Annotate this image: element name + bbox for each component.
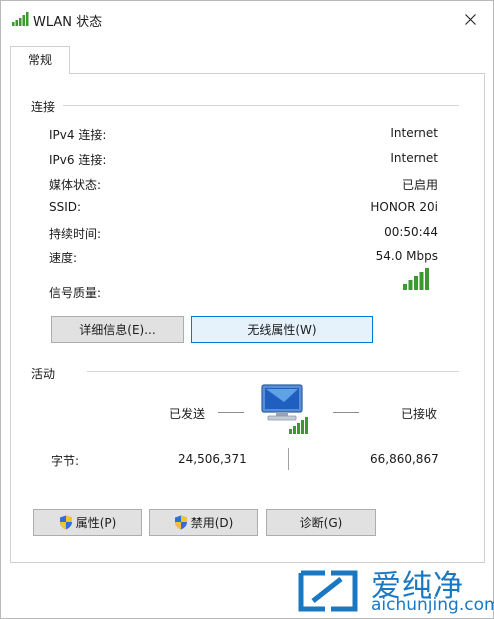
network-computer-icon [261, 384, 308, 434]
title-bar[interactable]: WLAN 状态 [1, 1, 493, 37]
diagnose-button-label: 诊断(G) [299, 516, 343, 530]
ssid-value: HONOR 20i [370, 200, 438, 214]
watermark-logo-icon [298, 570, 358, 612]
tab-general[interactable]: 常规 [10, 46, 70, 74]
ipv6-value: Internet [390, 151, 438, 165]
connection-divider [63, 105, 459, 106]
wlan-status-window: WLAN 状态 常规 连接 IPv4 连接: Internet IPv6 连接:… [0, 0, 494, 619]
bytes-label: 字节: [51, 454, 80, 468]
received-label: 已接收 [401, 407, 438, 421]
details-button[interactable]: 详细信息(E)... [51, 316, 184, 343]
shield-icon [59, 515, 72, 530]
disable-button-label: 禁用(D) [190, 516, 234, 530]
signal-bar [403, 284, 407, 290]
signal-bar [425, 268, 429, 290]
duration-label: 持续时间: [49, 227, 102, 241]
speed-value: 54.0 Mbps [375, 249, 438, 263]
watermark-text-en: aichunjing.com [371, 595, 494, 615]
media-state-label: 媒体状态: [49, 178, 102, 192]
bytes-received-value: 66,860,867 [370, 452, 439, 466]
properties-button[interactable]: 属性(P) [33, 509, 142, 536]
properties-button-label: 属性(P) [75, 516, 117, 530]
close-button[interactable] [447, 1, 493, 37]
ssid-label: SSID: [49, 200, 82, 214]
activity-divider [87, 371, 459, 372]
signal-bar [414, 276, 418, 290]
wireless-properties-button-label: 无线属性(W) [247, 323, 317, 337]
connection-section-label: 连接 [31, 100, 56, 114]
signal-bar [419, 272, 424, 290]
wifi-signal-icon [12, 12, 29, 26]
received-dash [333, 412, 359, 413]
ipv4-label: IPv4 连接: [49, 128, 107, 142]
sent-label: 已发送 [169, 407, 206, 421]
wireless-properties-button[interactable]: 无线属性(W) [191, 316, 373, 343]
media-state-value: 已启用 [401, 178, 438, 192]
signal-bar [408, 280, 413, 290]
shield-icon [174, 515, 187, 530]
signal-quality-label: 信号质量: [49, 286, 102, 300]
activity-section-label: 活动 [31, 367, 56, 381]
diagnose-button[interactable]: 诊断(G) [266, 509, 376, 536]
signal-strength-icon [403, 268, 429, 290]
bytes-divider [288, 448, 289, 470]
sent-dash [218, 412, 244, 413]
details-button-label: 详细信息(E)... [79, 323, 156, 337]
bytes-sent-value: 24,506,371 [178, 452, 247, 466]
disable-button[interactable]: 禁用(D) [149, 509, 258, 536]
duration-value: 00:50:44 [384, 225, 438, 239]
window-title: WLAN 状态 [33, 15, 103, 30]
close-icon [464, 13, 476, 25]
ipv6-label: IPv6 连接: [49, 153, 107, 167]
ipv4-value: Internet [390, 126, 438, 140]
speed-label: 速度: [49, 251, 78, 265]
